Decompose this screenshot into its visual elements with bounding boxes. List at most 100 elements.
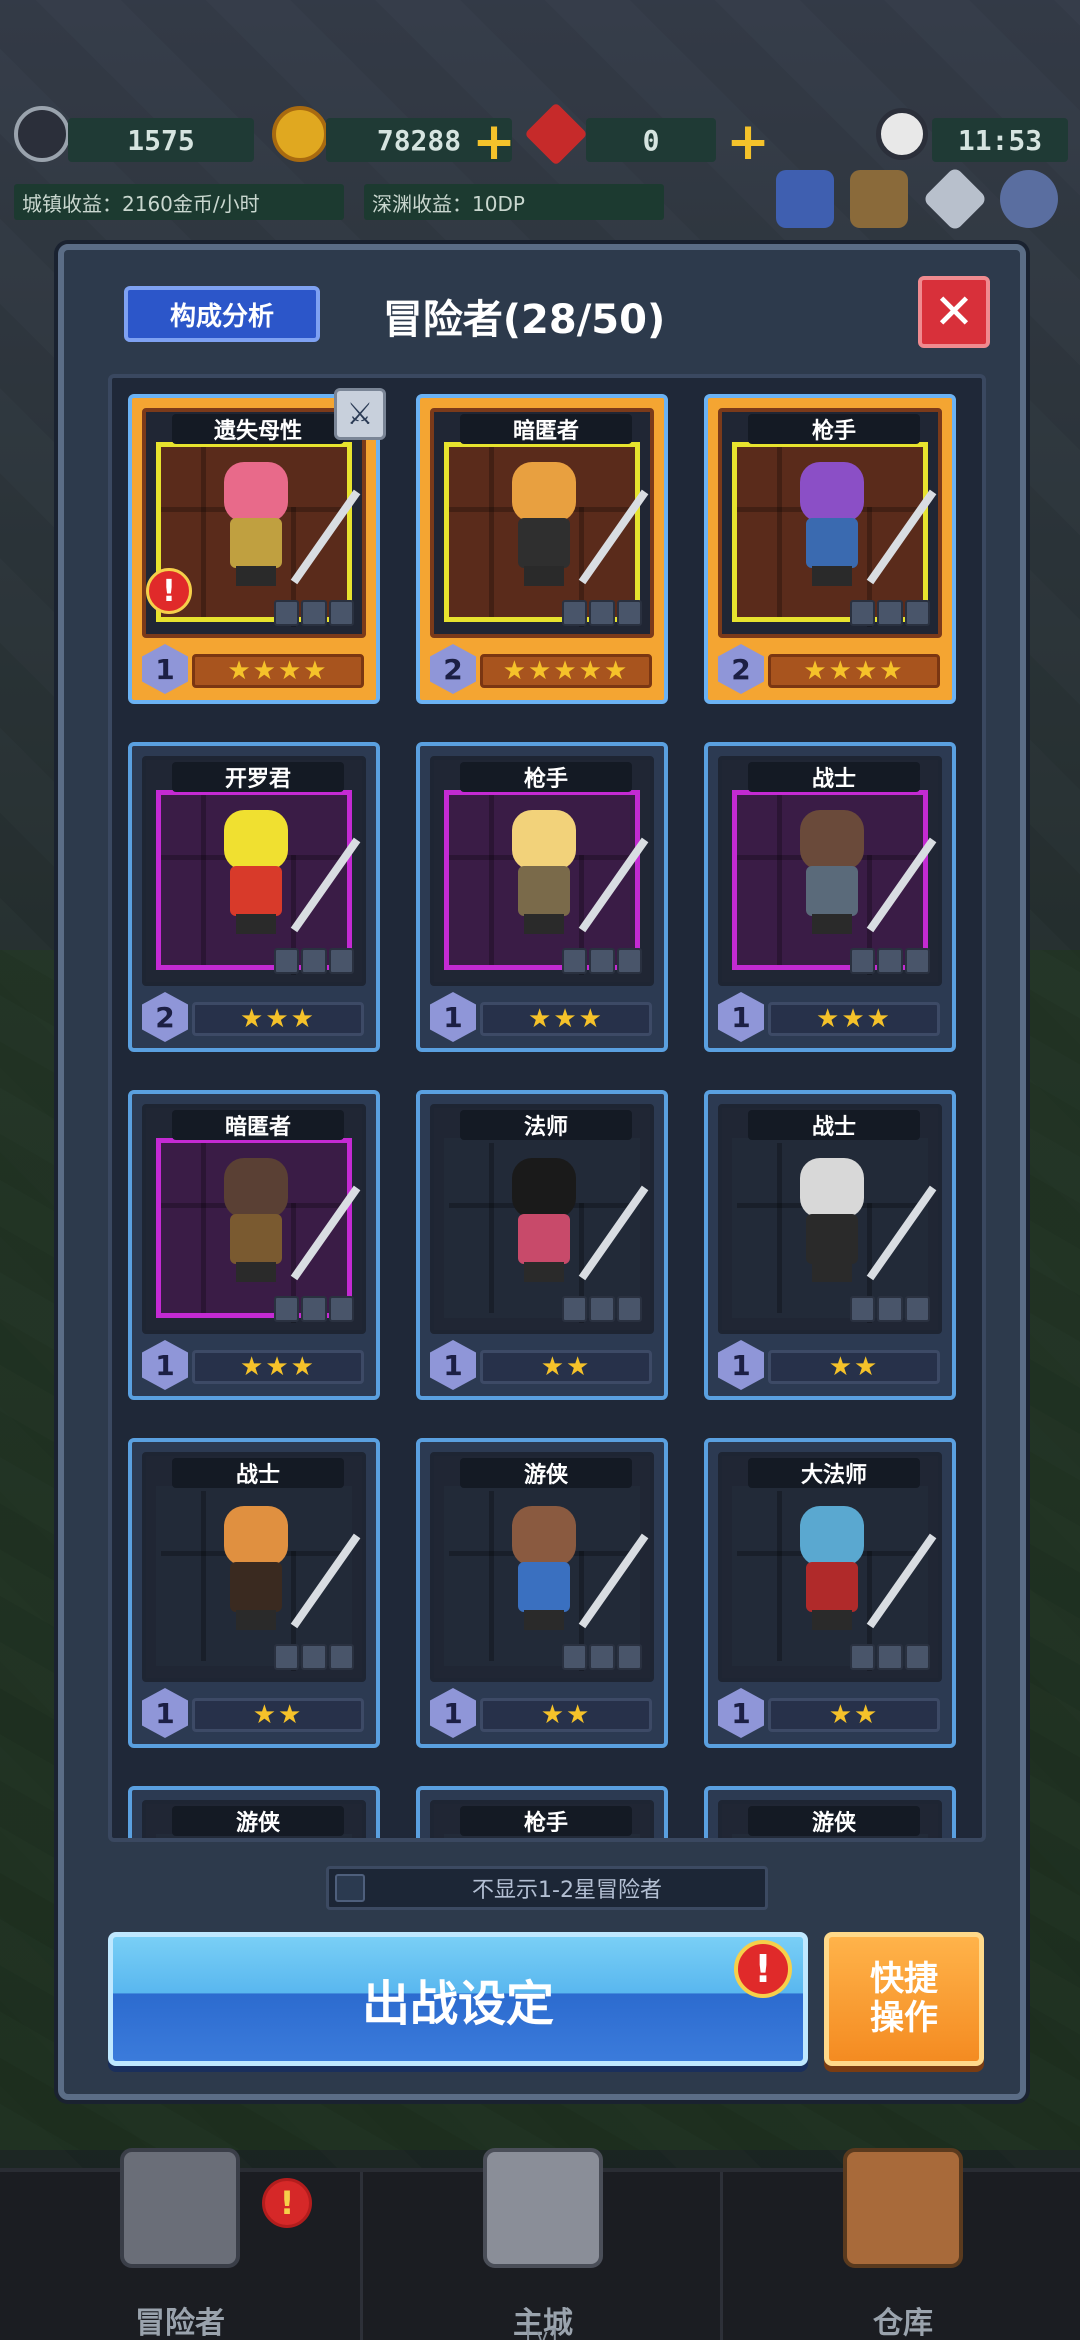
add-gem-button[interactable]: + xyxy=(726,116,770,168)
card-footer: 1 ★★★ xyxy=(430,992,654,1042)
hide-low-star-toggle[interactable]: 不显示1-2星冒险者 xyxy=(326,1866,768,1910)
adventurer-card[interactable]: 枪手 2 ★★★★ xyxy=(704,394,956,704)
boots-slot-icon xyxy=(904,600,930,626)
character-sprite xyxy=(494,1148,649,1288)
level-badge: 1 xyxy=(430,1340,476,1390)
quick-action-button[interactable]: 快捷 操作 xyxy=(824,1932,984,2066)
gem-value: 0 xyxy=(586,118,716,162)
card-footer: 1 ★★ xyxy=(718,1688,942,1738)
adventurer-name: 法师 xyxy=(460,1110,632,1140)
boots-slot-icon xyxy=(616,600,642,626)
card-portrait: 战士 xyxy=(718,756,942,986)
card-portrait: 战士 xyxy=(718,1104,942,1334)
armor-slot-icon xyxy=(877,948,903,974)
star-rating: ★★ xyxy=(192,1698,364,1732)
adventurer-card[interactable]: 枪手 xyxy=(416,1786,668,1838)
adventurer-card[interactable]: 游侠 xyxy=(128,1786,380,1838)
adventurer-card[interactable]: 战士 1 ★★★ xyxy=(704,742,956,1052)
character-sprite xyxy=(782,1496,937,1636)
equipment-slots xyxy=(274,948,354,974)
character-sprite xyxy=(494,452,649,592)
level-badge: 2 xyxy=(718,644,764,694)
adventurer-name: 枪手 xyxy=(460,762,632,792)
adventurer-card[interactable]: 战士 1 ★★ xyxy=(704,1090,956,1400)
toggle-label: 不显示1-2星冒险者 xyxy=(472,1878,662,1903)
card-footer: 1 ★★ xyxy=(430,1340,654,1390)
alert-icon: ! xyxy=(146,568,192,614)
armor-slot-icon xyxy=(877,600,903,626)
boots-slot-icon xyxy=(904,948,930,974)
level-badge: 1 xyxy=(142,644,188,694)
deploy-settings-button[interactable]: 出战设定 xyxy=(108,1932,808,2066)
adventurer-card[interactable]: 战士 1 ★★ xyxy=(128,1438,380,1748)
adventurer-card[interactable]: 法师 1 ★★ xyxy=(416,1090,668,1400)
character-sprite xyxy=(782,1148,937,1288)
card-portrait: 大法师 xyxy=(718,1452,942,1682)
adventurer-card[interactable]: 开罗君 2 ★★★ xyxy=(128,742,380,1052)
card-footer: 1 ★★ xyxy=(430,1688,654,1738)
party-icon[interactable] xyxy=(776,170,834,228)
modal-title: 冒险者(28/50) xyxy=(382,297,666,343)
main-city-level: Lv1 xyxy=(525,2324,561,2340)
adventurer-card[interactable]: 暗匿者 2 ★★★★★ xyxy=(416,394,668,704)
adventurer-name: 遗失母性 xyxy=(172,414,344,444)
equipment-slots xyxy=(850,1296,930,1322)
level-badge: 1 xyxy=(718,1340,764,1390)
town-income: 城镇收益：2160金币/小时 xyxy=(14,184,344,220)
armor-slot-icon xyxy=(301,600,327,626)
character-sprite xyxy=(206,800,361,940)
adventurer-card[interactable]: 枪手 1 ★★★ xyxy=(416,742,668,1052)
star-rating: ★★ xyxy=(480,1350,652,1384)
adventurer-grid[interactable]: 遗失母性 1 ★★★★ ! ⚔ 暗匿者 2 ★★★★★ 枪手 2 ★★★★ 开罗… xyxy=(108,374,986,1842)
adventurer-card[interactable]: 游侠 xyxy=(704,1786,956,1838)
card-footer: 1 ★★ xyxy=(142,1688,366,1738)
adventurer-name: 游侠 xyxy=(460,1458,632,1488)
explore-icon xyxy=(14,106,70,162)
boots-slot-icon xyxy=(616,1644,642,1670)
character-sprite xyxy=(782,800,937,940)
character-sprite xyxy=(206,452,361,592)
armor-slot-icon xyxy=(589,948,615,974)
nav-main-city[interactable]: 主城 Lv1 xyxy=(360,2148,720,2340)
level-badge: 1 xyxy=(142,1688,188,1738)
composition-analysis-button[interactable]: 构成分析 xyxy=(124,286,320,342)
add-gold-button[interactable]: + xyxy=(472,116,516,168)
level-badge: 2 xyxy=(142,992,188,1042)
card-portrait: 枪手 xyxy=(430,1800,654,1838)
nav-warehouse[interactable]: 仓库 xyxy=(720,2148,1080,2340)
gold-coin-icon xyxy=(272,106,328,162)
crossed-swords-icon: ⚔ xyxy=(334,388,386,440)
adventurer-name: 大法师 xyxy=(748,1458,920,1488)
card-portrait: 暗匿者 xyxy=(142,1104,366,1334)
equipment-slots xyxy=(562,1296,642,1322)
gem-icon xyxy=(524,102,588,166)
close-button[interactable]: ✕ xyxy=(918,276,990,348)
card-footer: 1 ★★★ xyxy=(142,1340,366,1390)
armor-slot-icon xyxy=(877,1296,903,1322)
equipment-slots xyxy=(562,1644,642,1670)
event-icon[interactable] xyxy=(850,170,908,228)
adventurer-name: 战士 xyxy=(748,1110,920,1140)
adventurer-card[interactable]: 遗失母性 1 ★★★★ ! ⚔ xyxy=(128,388,386,704)
adventurer-name: 战士 xyxy=(172,1458,344,1488)
character-sprite xyxy=(494,800,649,940)
adventurer-name: 暗匿者 xyxy=(460,414,632,444)
card-footer: 2 ★★★★★ xyxy=(430,644,654,694)
explore-value: 1575 xyxy=(68,118,254,162)
adventurer-card[interactable]: 大法师 1 ★★ xyxy=(704,1438,956,1748)
checkbox[interactable] xyxy=(335,1874,365,1902)
card-portrait: 游侠 xyxy=(718,1800,942,1838)
star-rating: ★★ xyxy=(480,1698,652,1732)
card-footer: 2 ★★★★ xyxy=(718,644,942,694)
weapon-slot-icon xyxy=(850,1644,876,1670)
clock-time: 11:53 xyxy=(932,118,1068,162)
weapon-slot-icon xyxy=(850,948,876,974)
armor-slot-icon xyxy=(589,600,615,626)
adventurer-card[interactable]: 暗匿者 1 ★★★ xyxy=(128,1090,380,1400)
deploy-alert-icon: ! xyxy=(734,1940,792,1998)
boots-slot-icon xyxy=(328,948,354,974)
adventurer-card[interactable]: 游侠 1 ★★ xyxy=(416,1438,668,1748)
settings-gear-icon[interactable] xyxy=(1000,170,1058,228)
armor-slot-icon xyxy=(589,1296,615,1322)
boots-slot-icon xyxy=(328,1296,354,1322)
